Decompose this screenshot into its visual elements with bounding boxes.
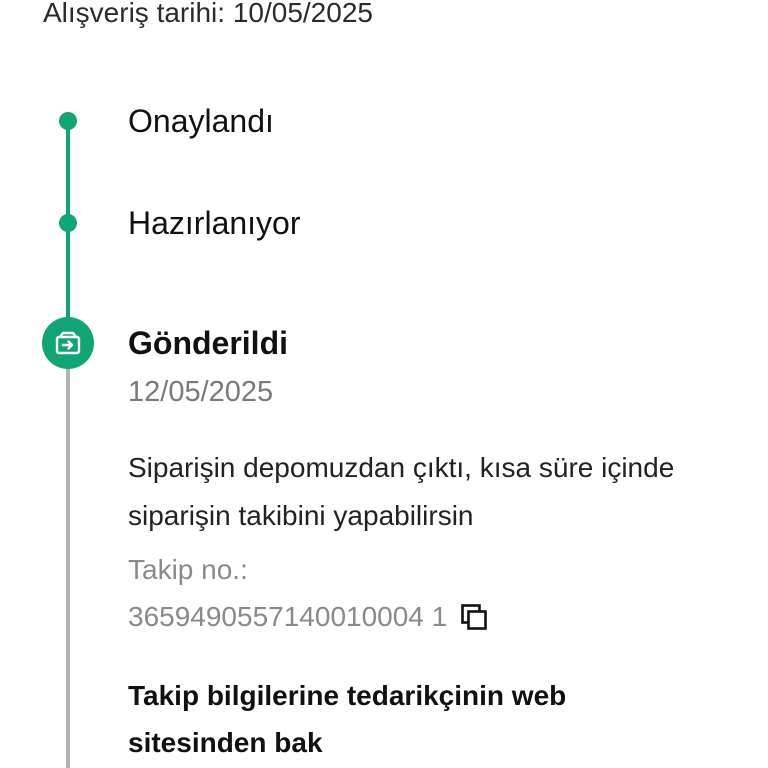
package-out-icon	[42, 317, 94, 369]
copy-icon[interactable]	[459, 602, 489, 632]
tracking-number: 3659490557140010004 1	[128, 601, 448, 632]
shipped-date: 12/05/2025	[128, 376, 274, 408]
tracking-number-label: Takip no.:	[128, 554, 248, 585]
step-shipped-label: Gönderildi	[128, 325, 288, 361]
order-tracking-page: Alışveriş tarihi: 10/05/2025 Onaylandı H…	[0, 0, 768, 768]
timeline-dot-confirmed	[59, 112, 77, 130]
timeline-line-pending	[66, 358, 70, 768]
supplier-tracking-link[interactable]: Takip bilgilerine tedarikçinin web sites…	[128, 672, 688, 766]
tracking-number-row: 3659490557140010004 1	[128, 599, 489, 635]
shipment-description: Siparişin depomuzdan çıktı, kısa süre iç…	[128, 452, 675, 531]
purchase-date: Alışveriş tarihi: 10/05/2025	[43, 0, 373, 28]
timeline-dot-preparing	[59, 214, 77, 232]
step-preparing-label: Hazırlanıyor	[128, 205, 301, 241]
step-confirmed-label: Onaylandı	[128, 103, 274, 139]
